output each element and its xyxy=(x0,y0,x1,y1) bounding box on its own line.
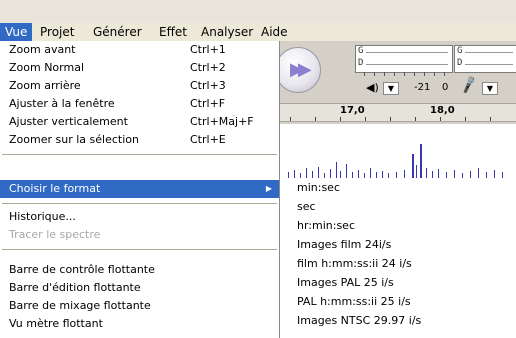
menu-item-label: Tracer le spectre xyxy=(9,228,101,241)
menu-item-historique[interactable]: Historique... xyxy=(0,208,279,226)
record-meter[interactable]: G D xyxy=(454,45,516,73)
meter-scale-value: -21 xyxy=(414,82,431,93)
menu-item-label: Zoom avant xyxy=(9,43,76,56)
menu-item-shortcut: Ctrl+3 xyxy=(190,79,226,92)
submenu-item-film-hmmss-24[interactable]: film h:mm:ss:ii 24 i/s xyxy=(297,255,412,273)
play-button[interactable]: ▶▶ xyxy=(275,47,321,93)
menu-item-label: Barre d'édition flottante xyxy=(9,281,141,294)
submenu-arrow-icon: ▶ xyxy=(265,184,272,193)
ruler-label-18: 18,0 xyxy=(430,105,455,116)
menu-item-choisir-format[interactable]: Choisir le format ▶ xyxy=(0,180,279,198)
submenu-item-min-sec[interactable]: min:sec xyxy=(297,179,340,197)
speaker-icon: ◀) xyxy=(366,81,379,94)
meter-scale-zero: 0 xyxy=(442,82,449,93)
meter-left-bar xyxy=(366,52,448,53)
menu-separator xyxy=(2,249,277,250)
play-icon: ▶▶ xyxy=(290,59,312,80)
menu-item-tracer-spectre: Tracer le spectre xyxy=(0,226,279,244)
menu-item-shortcut: Ctrl+2 xyxy=(190,61,226,74)
menu-item-barre-edition[interactable]: Barre d'édition flottante xyxy=(0,279,279,297)
meter-right-label: D xyxy=(358,58,364,68)
meter2-right-bar xyxy=(465,64,513,65)
menu-item-ajuster-fenetre[interactable]: Ajuster à la fenêtre Ctrl+F xyxy=(0,95,279,113)
menu-item-label: Zoomer sur la sélection xyxy=(9,133,139,146)
window-top-strip xyxy=(0,0,516,23)
meter-left-label: G xyxy=(358,46,364,56)
menu-item-zoom-arriere[interactable]: Zoom arrière Ctrl+3 xyxy=(0,77,279,95)
menu-item-label: Vu mètre flottant xyxy=(9,317,103,330)
submenu-item-pal-hmmss-25[interactable]: PAL h:mm:ss:ii 25 i/s xyxy=(297,293,411,311)
view-menu: Zoom avant Ctrl+1 Zoom Normal Ctrl+2 Zoo… xyxy=(0,41,280,338)
menu-item-label: Choisir le format xyxy=(9,182,101,195)
menu-item-label: Barre de contrôle flottante xyxy=(9,263,155,276)
menu-item-zoomer-selection[interactable]: Zoomer sur la sélection Ctrl+E xyxy=(0,131,279,149)
submenu-item-pal-25[interactable]: Images PAL 25 i/s xyxy=(297,274,394,292)
menu-analyser[interactable]: Analyser xyxy=(196,23,258,41)
menu-effet[interactable]: Effet xyxy=(154,23,192,41)
meter-right-bar xyxy=(366,64,448,65)
submenu-item-ntsc-2997[interactable]: Images NTSC 29.97 i/s xyxy=(297,312,421,330)
menu-item-shortcut: Ctrl+E xyxy=(190,133,226,146)
menu-item-label: Barre de mixage flottante xyxy=(9,299,151,312)
menu-item-shortcut: Ctrl+1 xyxy=(190,43,226,56)
playback-meter[interactable]: G D xyxy=(355,45,453,73)
menu-item-label: Zoom arrière xyxy=(9,79,81,92)
menu-separator xyxy=(2,203,277,204)
menu-item-label: Ajuster verticalement xyxy=(9,115,128,128)
ruler-label-17: 17,0 xyxy=(340,105,365,116)
submenu-item-film-24[interactable]: Images film 24i/s xyxy=(297,236,391,254)
menu-item-ajuster-verticalement[interactable]: Ajuster verticalement Ctrl+Maj+F xyxy=(0,113,279,131)
menu-item-label: Ajuster à la fenêtre xyxy=(9,97,115,110)
menu-item-zoom-normal[interactable]: Zoom Normal Ctrl+2 xyxy=(0,59,279,77)
menu-item-zoom-avant[interactable]: Zoom avant Ctrl+1 xyxy=(0,41,279,59)
menu-vue[interactable]: Vue xyxy=(0,23,33,41)
meter2-left-bar xyxy=(465,52,513,53)
submenu-item-sec[interactable]: sec xyxy=(297,198,316,216)
menu-item-barre-mixage[interactable]: Barre de mixage flottante xyxy=(0,297,279,315)
timeline-ruler[interactable]: 17,0 18,0 xyxy=(280,103,516,122)
meter2-left-label: G xyxy=(457,46,463,56)
menu-generer[interactable]: Générer xyxy=(88,23,147,41)
menu-item-shortcut: Ctrl+Maj+F xyxy=(190,115,254,128)
menu-item-label: Historique... xyxy=(9,210,76,223)
menu-bar: Vue Projet Générer Effet Analyser Aide xyxy=(0,23,516,42)
menu-item-label: Zoom Normal xyxy=(9,61,85,74)
meter2-right-label: D xyxy=(457,58,463,68)
playback-meter-dropdown[interactable]: ▼ xyxy=(383,82,399,95)
record-meter-dropdown[interactable]: ▼ xyxy=(482,82,498,95)
menu-item-shortcut: Ctrl+F xyxy=(190,97,226,110)
menu-item-vu-metre[interactable]: Vu mètre flottant xyxy=(0,315,279,333)
waveform xyxy=(288,144,503,178)
submenu-item-hr-min-sec[interactable]: hr:min:sec xyxy=(297,217,355,235)
format-submenu: min:sec sec hr:min:sec Images film 24i/s… xyxy=(280,178,516,338)
menu-projet[interactable]: Projet xyxy=(35,23,79,41)
menu-item-barre-controle[interactable]: Barre de contrôle flottante xyxy=(0,261,279,279)
menu-aide[interactable]: Aide xyxy=(256,23,293,41)
menu-separator xyxy=(2,154,277,155)
